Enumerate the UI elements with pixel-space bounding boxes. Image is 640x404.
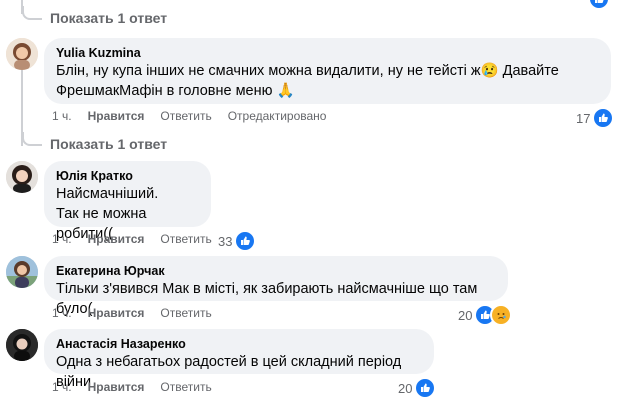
like-reaction-icon <box>588 0 610 10</box>
reaction-count: 20 <box>458 307 473 323</box>
comment-actions: 1 ч. Нравится Ответить <box>52 380 228 394</box>
avatar[interactable] <box>6 38 38 70</box>
like-reaction-icon <box>414 377 437 399</box>
comment-author[interactable]: Юлія Кратко <box>56 168 199 184</box>
comment-text: Блін, ну купа інших не смачних можна вид… <box>56 63 559 99</box>
reply-button[interactable]: Ответить <box>160 306 211 320</box>
sad-reaction-icon <box>490 304 513 326</box>
reactions-summary[interactable]: 20 <box>398 377 437 399</box>
reactions-summary[interactable]: 17 <box>576 107 615 129</box>
show-replies-label[interactable]: Показать 1 ответ <box>50 136 167 152</box>
comment-bubble: Yulia Kuzmina Блін, ну купа інших не сма… <box>44 38 611 104</box>
comment-time[interactable]: 1 ч. <box>52 306 72 320</box>
avatar[interactable] <box>6 161 38 193</box>
show-replies-label[interactable]: Показать 1 ответ <box>50 10 167 26</box>
like-reaction-icon <box>234 230 257 252</box>
comment-time[interactable]: 1 ч. <box>52 109 72 123</box>
comment-bubble: Екатерина Юрчак Тільки з'явився Мак в мі… <box>44 256 508 317</box>
comment-bubble: Юлія Кратко Найсмачніший. Так не можна р… <box>44 161 211 242</box>
like-button[interactable]: Нравится <box>88 380 145 394</box>
like-button[interactable]: Нравится <box>88 232 145 246</box>
reactions-summary[interactable]: 20 <box>458 304 513 326</box>
reply-connector-icon <box>22 6 42 20</box>
avatar[interactable] <box>6 329 38 361</box>
like-button[interactable]: Нравится <box>88 109 145 123</box>
reaction-count: 33 <box>218 233 233 249</box>
reply-connector-icon <box>22 132 42 146</box>
comment-author[interactable]: Yulia Kuzmina <box>56 45 599 61</box>
comment-author[interactable]: Анастасія Назаренко <box>56 336 422 352</box>
reply-button[interactable]: Ответить <box>160 109 211 123</box>
comment-actions: 1 ч. Нравится Ответить <box>52 306 228 320</box>
show-replies-link[interactable]: Показать 1 ответ <box>22 132 167 152</box>
avatar[interactable] <box>6 256 38 288</box>
reply-button[interactable]: Ответить <box>160 380 211 394</box>
comment-actions: 1 ч. Нравится Ответить <box>52 232 228 246</box>
reaction-count: 17 <box>576 110 591 126</box>
show-replies-link[interactable]: Показать 1 ответ <box>22 6 167 26</box>
comment-author[interactable]: Екатерина Юрчак <box>56 263 496 279</box>
comment-time[interactable]: 1 ч. <box>52 380 72 394</box>
edited-label: Отредактировано <box>227 109 327 123</box>
comment-actions: 1 ч. Нравится Ответить Отредактировано <box>52 109 342 123</box>
comment-time[interactable]: 1 ч. <box>52 232 72 246</box>
reply-button[interactable]: Ответить <box>160 232 211 246</box>
reactions-summary[interactable]: 33 <box>218 230 257 252</box>
like-button[interactable]: Нравится <box>88 306 145 320</box>
like-reaction-icon <box>592 107 615 129</box>
reaction-count: 20 <box>398 380 413 396</box>
comment-bubble: Анастасія Назаренко Одна з небагатьох ра… <box>44 329 434 390</box>
